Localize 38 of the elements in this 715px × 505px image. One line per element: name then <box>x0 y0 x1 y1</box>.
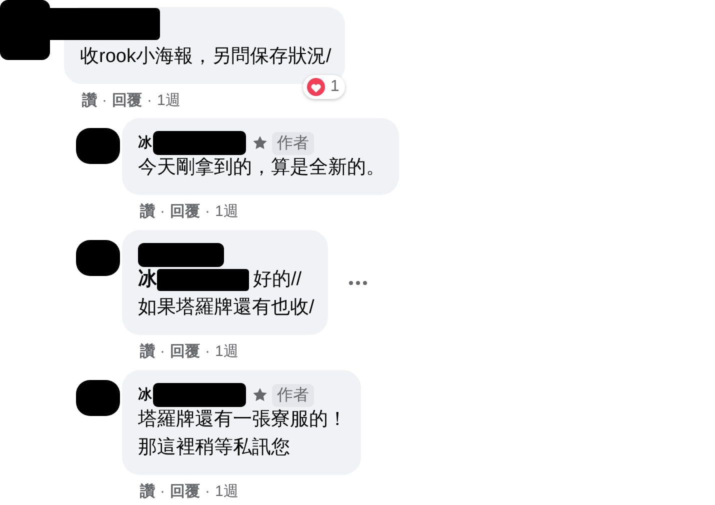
redaction-mark <box>76 380 120 416</box>
timestamp-link[interactable]: 1週 <box>215 202 238 220</box>
action-link[interactable]: 回覆 <box>170 482 200 500</box>
comment-text: 好的// <box>253 268 302 292</box>
redaction-mark <box>76 240 120 276</box>
timestamp-link[interactable]: 1週 <box>215 482 238 500</box>
separator-dot: · <box>160 202 165 220</box>
separator-dot: · <box>147 92 152 108</box>
comment-text: 那這裡稍等私訊您 <box>138 436 290 460</box>
separator-dot: · <box>160 482 165 500</box>
action-link[interactable]: 讚 <box>140 482 155 500</box>
comment-text: 塔羅牌還有一張寮服的！ <box>138 408 347 432</box>
mention-link[interactable]: 冰 <box>138 266 157 294</box>
timestamp-link[interactable]: 1週 <box>215 342 238 360</box>
action-link[interactable]: 讚 <box>140 342 155 360</box>
separator-dot: · <box>205 342 210 360</box>
separator-dot: · <box>205 202 210 220</box>
redaction-mark <box>76 128 120 164</box>
author-badge: 作者 <box>272 132 314 154</box>
action-link[interactable]: 讚 <box>82 90 97 110</box>
more-icon <box>348 280 368 286</box>
timestamp-link[interactable]: 1週 <box>157 90 180 110</box>
action-link[interactable]: 回覆 <box>170 342 200 360</box>
author-name[interactable]: 冰 <box>138 134 152 152</box>
comment-text: 今天剛拿到的，算是全新的。 <box>138 156 385 180</box>
star-icon <box>252 135 268 151</box>
comment-text: 收rook小海報，另問保存狀況/ <box>80 45 332 69</box>
separator-dot: · <box>160 342 165 360</box>
action-link[interactable]: 回覆 <box>112 90 142 110</box>
comment-text: 如果塔羅牌還有也收/ <box>138 296 314 320</box>
action-link[interactable]: 讚 <box>140 202 155 220</box>
action-link[interactable]: 回覆 <box>170 202 200 220</box>
separator-dot: · <box>205 482 210 500</box>
author-badge: 作者 <box>272 384 314 406</box>
separator-dot: · <box>102 92 107 108</box>
reaction-badge[interactable]: 1 <box>303 75 346 99</box>
star-icon <box>252 387 268 403</box>
author-name[interactable]: 冰 <box>138 386 152 404</box>
